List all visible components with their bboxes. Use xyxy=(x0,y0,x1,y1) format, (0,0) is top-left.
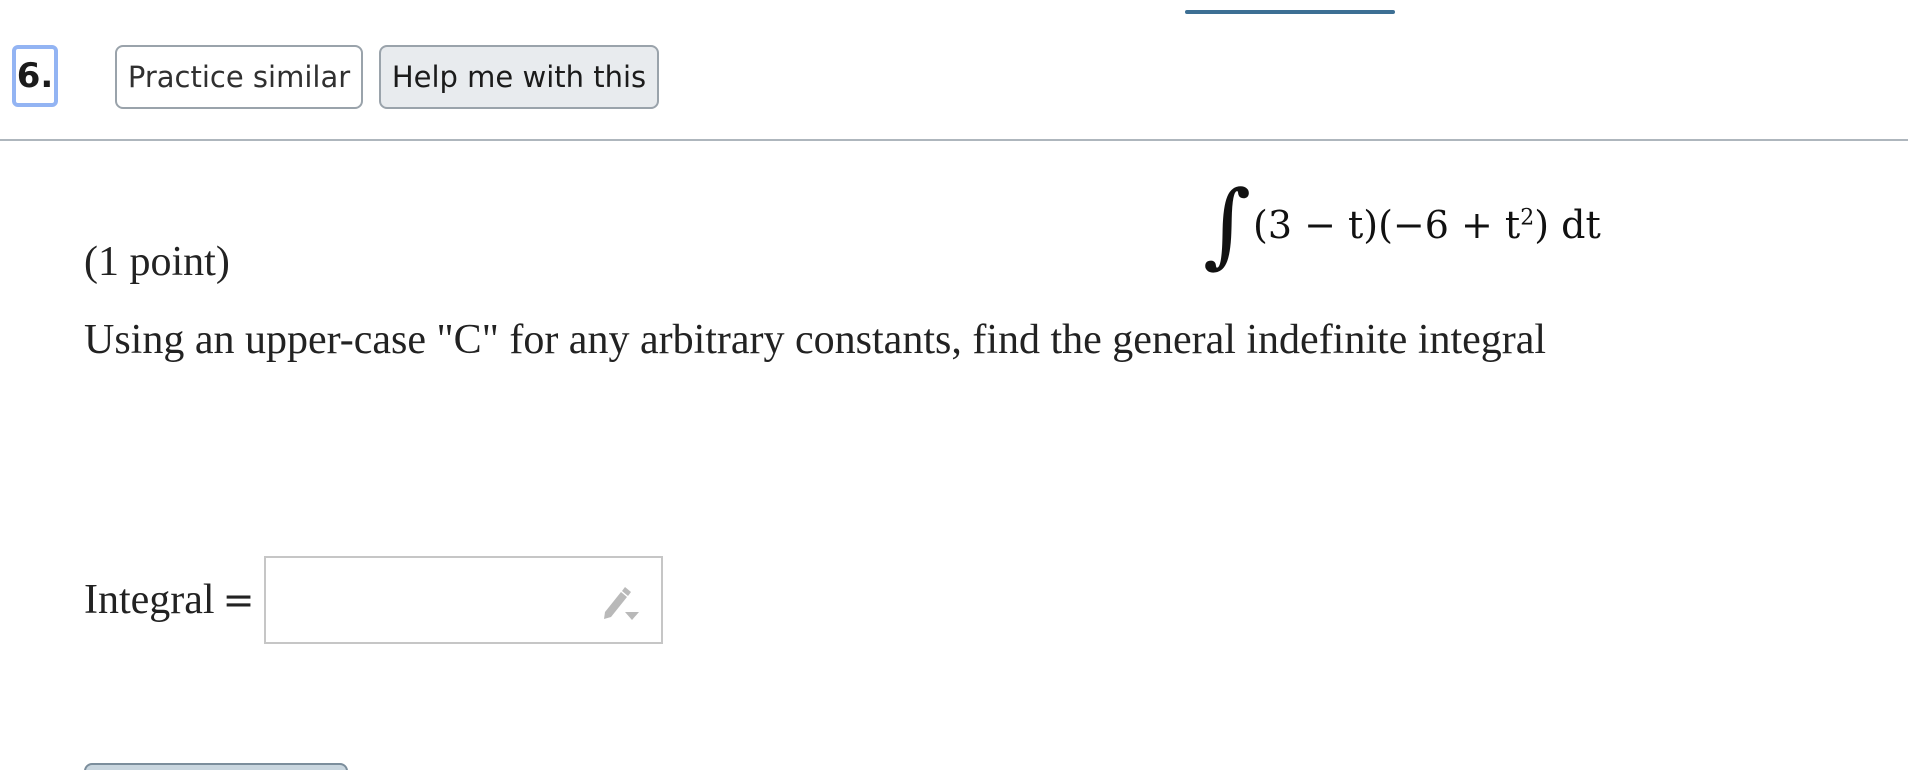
question-number[interactable]: 6. xyxy=(12,45,58,107)
practice-similar-button[interactable]: Practice similar xyxy=(115,45,363,109)
answer-row: Integral = xyxy=(84,556,664,644)
question-header: 6. Practice similar Help me with this xyxy=(0,0,1908,141)
answer-equals: = xyxy=(222,578,255,622)
points-label: (1 point) xyxy=(84,239,230,285)
answer-label: Integral xyxy=(84,577,215,623)
integral-expression: ∫ (3 − t)(−6 + t2) dt xyxy=(1203,171,1601,278)
problem-prompt: Using an upper-case "C" for any arbitrar… xyxy=(84,317,1547,363)
integrand-post: ) dt xyxy=(1534,203,1601,247)
exponent: 2 xyxy=(1520,205,1535,231)
help-me-button[interactable]: Help me with this xyxy=(379,45,659,109)
integrand: (3 − t)(−6 + t2) dt xyxy=(1253,203,1601,247)
pencil-icon[interactable] xyxy=(599,582,641,624)
integral-sign: ∫ xyxy=(1203,171,1251,278)
answer-field[interactable] xyxy=(264,556,664,644)
submit-button-partial[interactable] xyxy=(84,763,348,770)
integrand-pre: (3 − t)(−6 + t xyxy=(1253,203,1521,247)
answer-input[interactable] xyxy=(274,566,599,636)
